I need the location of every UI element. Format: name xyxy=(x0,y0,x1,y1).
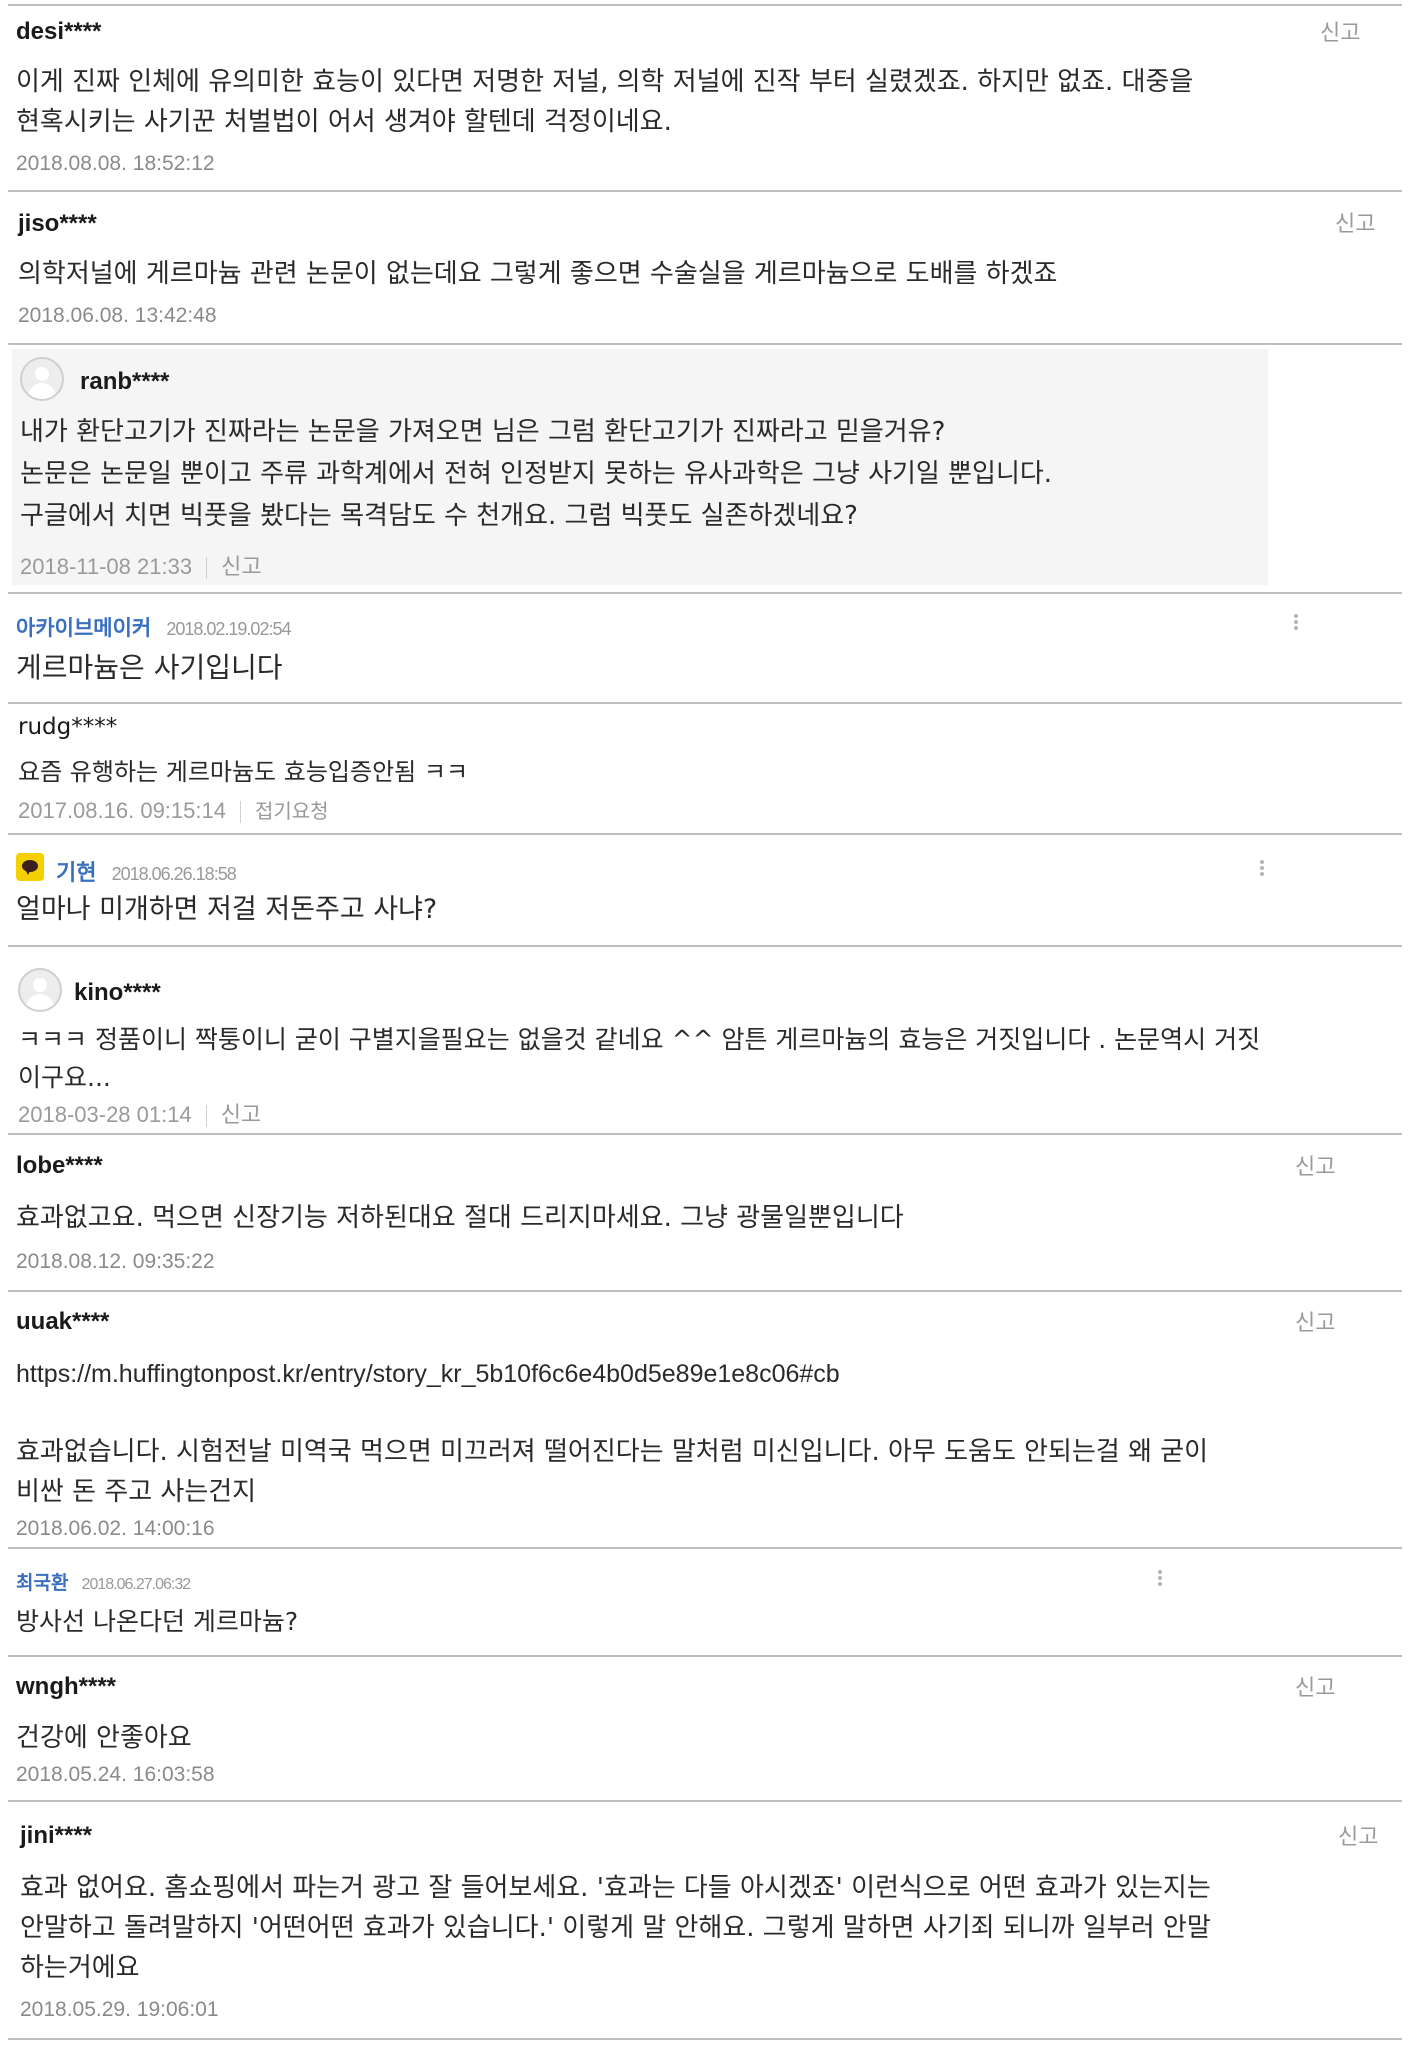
report-button[interactable]: 신고 xyxy=(1335,206,1375,238)
report-button[interactable]: 신고 xyxy=(1295,1149,1335,1181)
divider xyxy=(8,945,1402,947)
report-button[interactable]: 신고 xyxy=(1338,1819,1378,1851)
comment-text-line: 이게 진짜 인체에 유의미한 효능이 있다면 저명한 저널, 의학 저널에 진작… xyxy=(16,67,1194,97)
comment-username[interactable]: kino**** xyxy=(74,979,161,1007)
divider xyxy=(8,1290,1402,1292)
comment-meta: 2018-11-08 21:33 신고 xyxy=(20,549,262,581)
comment-text-line: 하는거에요 xyxy=(20,1953,140,1983)
divider xyxy=(8,1800,1402,1802)
comment-text-line: 효과없습니다. 시험전날 미역국 먹으면 미끄러져 떨어진다는 말처럼 미신입니… xyxy=(16,1437,1209,1467)
divider xyxy=(8,833,1402,835)
more-options-icon[interactable] xyxy=(1154,1568,1166,1588)
comment-text-line: 효과없고요. 먹으면 신장기능 저하된대요 절대 드리지마세요. 그냥 광물일뿐… xyxy=(16,1203,904,1233)
divider xyxy=(8,2038,1402,2040)
comment-username[interactable]: desi**** xyxy=(16,18,101,46)
report-button[interactable]: 신고 xyxy=(221,555,261,580)
comment-username[interactable]: ranb**** xyxy=(80,368,169,396)
divider xyxy=(8,1547,1402,1549)
fold-request-button[interactable]: 접기요청 xyxy=(255,799,329,823)
comment-text-line: 요즘 유행하는 게르마늄도 효능입증안됨 ㅋㅋ xyxy=(18,758,469,786)
comment-link[interactable]: https://m.huffingtonpost.kr/entry/story_… xyxy=(16,1354,840,1394)
report-button[interactable]: 신고 xyxy=(1320,15,1360,47)
comment-timestamp: 2018.06.02. 14:00:16 xyxy=(16,1517,215,1540)
comment-text-line: 내가 환단고기가 진짜라는 논문을 가져오면 님은 그럼 환단고기가 진짜라고 … xyxy=(20,417,946,447)
comment-timestamp: 2018.02.19.02:54 xyxy=(166,619,291,639)
comment-timestamp: 2018.05.24. 16:03:58 xyxy=(16,1763,215,1786)
divider xyxy=(8,4,1402,6)
comment-text-line: 건강에 안좋아요 xyxy=(16,1723,192,1753)
comment-text-line: 효과 없어요. 홈쇼핑에서 파는거 광고 잘 들어보세요. '효과는 다들 아시… xyxy=(20,1873,1211,1903)
comment-meta: 2017.08.16. 09:15:14 접기요청 xyxy=(18,795,329,824)
comment-username[interactable]: rudg**** xyxy=(18,714,117,740)
comment-text-line: 비싼 돈 주고 사는건지 xyxy=(16,1477,257,1507)
comment-timestamp: 2018.06.08. 13:42:48 xyxy=(18,304,217,327)
comment-username[interactable]: 최국환 xyxy=(16,1572,68,1594)
separator xyxy=(239,801,241,824)
comment-text-line: ㅋㅋㅋ 정품이니 짝퉁이니 굳이 구별지을필요는 없을것 같네요 ^^ 암튼 게… xyxy=(18,1025,1261,1054)
comment-text-line: 구글에서 치면 빅풋을 봤다는 목격담도 수 천개요. 그럼 빅풋도 실존하겠네… xyxy=(20,501,858,531)
more-options-icon[interactable] xyxy=(1256,858,1268,878)
comment-text-line: 논문은 논문일 뿐이고 주류 과학계에서 전혀 인정받지 못하는 유사과학은 그… xyxy=(20,459,1053,489)
report-button[interactable]: 신고 xyxy=(221,1103,261,1128)
comment-header: 아카이브메이커 2018.02.19.02:54 xyxy=(16,612,291,642)
kakao-talk-icon xyxy=(16,853,44,881)
report-button[interactable]: 신고 xyxy=(1295,1670,1335,1702)
comment-username[interactable]: lobe**** xyxy=(16,1152,103,1180)
comment-timestamp: 2018.06.27.06:32 xyxy=(81,1576,192,1593)
divider xyxy=(8,190,1402,192)
divider xyxy=(8,343,1402,345)
more-options-icon[interactable] xyxy=(1290,612,1302,632)
comment-timestamp: 2018.08.08. 18:52:12 xyxy=(16,152,215,175)
comment-timestamp: 2018-11-08 21:33 xyxy=(20,554,193,579)
comment-text-line: 안말하고 돌려말하지 '어떤어떤 효과가 있습니다.' 이렇게 말 안해요. 그… xyxy=(20,1913,1211,1943)
comment-text-line: 게르마늄은 사기입니다 xyxy=(16,651,283,684)
comment-timestamp: 2018.06.26.18:58 xyxy=(111,864,237,884)
avatar-icon xyxy=(20,357,64,401)
comment-username[interactable]: jiso**** xyxy=(18,210,97,238)
comment-timestamp: 2018.05.29. 19:06:01 xyxy=(20,1998,219,2021)
comment-list: desi**** 신고 이게 진짜 인체에 유의미한 효능이 있다면 저명한 저… xyxy=(0,0,1409,2051)
separator xyxy=(205,1105,207,1128)
comment-username[interactable]: 아카이브메이커 xyxy=(16,616,151,640)
comment-text-line: 현혹시키는 사기꾼 처벌법이 어서 생겨야 할텐데 걱정이네요. xyxy=(16,107,672,137)
comment-text-line: 얼마나 미개하면 저걸 저돈주고 사냐? xyxy=(16,894,438,925)
comment-username[interactable]: jini**** xyxy=(20,1822,92,1850)
comment-meta: 2018-03-28 01:14 신고 xyxy=(18,1097,261,1129)
separator xyxy=(206,557,208,580)
comment-text-line: 의학저널에 게르마늄 관련 논문이 없는데요 그렇게 좋으면 수술실을 게르마늄… xyxy=(18,259,1058,289)
comment-timestamp: 2017.08.16. 09:15:14 xyxy=(18,798,226,823)
comment-username[interactable]: wngh**** xyxy=(16,1673,116,1701)
divider xyxy=(8,702,1402,704)
comment-username[interactable]: 기현 xyxy=(56,861,96,886)
avatar-icon xyxy=(18,968,62,1012)
divider xyxy=(8,1133,1402,1135)
comment-username[interactable]: uuak**** xyxy=(16,1308,109,1336)
divider xyxy=(8,1655,1402,1657)
divider xyxy=(8,592,1402,594)
comment-header: 최국환 2018.06.27.06:32 xyxy=(16,1568,192,1595)
comment-text-line: 이구요... xyxy=(18,1063,111,1092)
comment-header: 기현 2018.06.26.18:58 xyxy=(56,855,237,887)
comment-timestamp: 2018.08.12. 09:35:22 xyxy=(16,1250,215,1273)
comment-timestamp: 2018-03-28 01:14 xyxy=(18,1102,192,1127)
comment-text-line: 방사선 나온다던 게르마늄? xyxy=(16,1607,299,1636)
report-button[interactable]: 신고 xyxy=(1295,1305,1335,1337)
